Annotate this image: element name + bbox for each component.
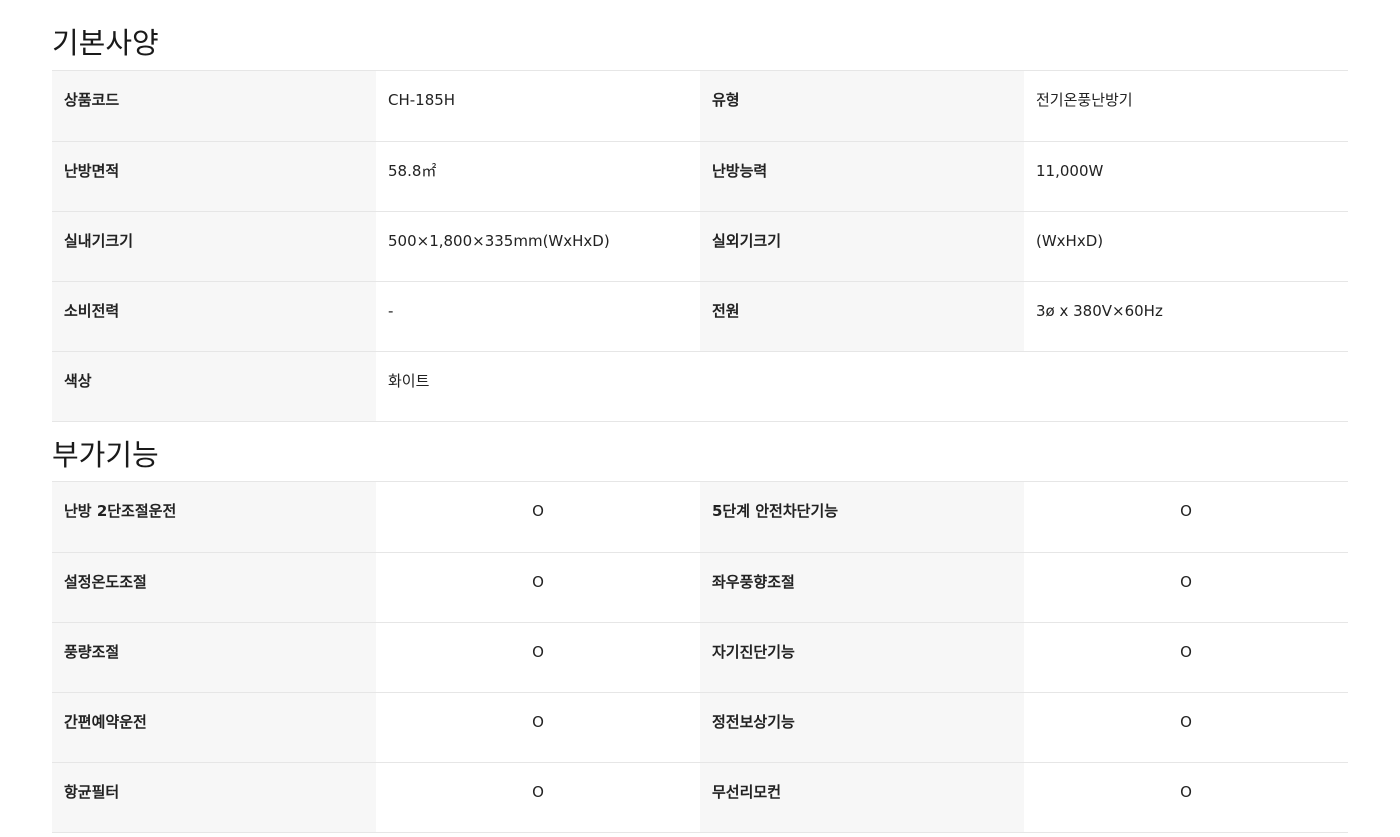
feature-value: O [376,482,700,553]
spec-label: 상품코드 [52,71,376,142]
spec-value: 3ø x 380V×60Hz [1024,281,1348,352]
feature-value: O [376,622,700,693]
feature-label: 정전보상기능 [700,692,1024,763]
feature-label: 자기진단기능 [700,622,1024,693]
spec-value: - [376,281,700,352]
spec-label: 전원 [700,281,1024,352]
table-row: 난방 2단조절운전 O 5단계 안전차단기능 O [52,482,1348,553]
feature-value: O [1024,482,1348,553]
feature-value: O [1024,762,1348,833]
feature-label: 풍량조절 [52,622,376,693]
spec-label: 실외기크기 [700,211,1024,282]
table-row: 풍량조절 O 자기진단기능 O [52,622,1348,693]
feature-label: 항균필터 [52,762,376,833]
spec-label: 유형 [700,71,1024,142]
spec-value: 500×1,800×335mm(WxHxD) [376,211,700,282]
table-row: 색상 화이트 [52,351,1348,422]
feature-value: O [376,692,700,763]
basic-spec-section: 기본사양 상품코드 CH-185H 유형 전기온풍난방기 난방면적 58.8㎡ … [52,0,1348,422]
extra-feature-section: 부가기능 난방 2단조절운전 O 5단계 안전차단기능 O 설정온도조절 O 좌… [52,426,1348,833]
spec-empty-cell [700,351,1024,422]
spec-value: 58.8㎡ [376,141,700,212]
feature-label: 설정온도조절 [52,552,376,623]
table-row: 실내기크기 500×1,800×335mm(WxHxD) 실외기크기 (WxHx… [52,211,1348,282]
table-row: 항균필터 O 무선리모컨 O [52,762,1348,833]
spec-value: CH-185H [376,71,700,142]
table-row: 간편예약운전 O 정전보상기능 O [52,692,1348,763]
spec-label: 난방능력 [700,141,1024,212]
spec-label: 소비전력 [52,281,376,352]
spec-label: 색상 [52,351,376,422]
feature-label: 간편예약운전 [52,692,376,763]
feature-label: 5단계 안전차단기능 [700,482,1024,553]
table-row: 설정온도조절 O 좌우풍향조절 O [52,552,1348,623]
spec-value: 화이트 [376,351,700,422]
spec-label: 난방면적 [52,141,376,212]
feature-label: 좌우풍향조절 [700,552,1024,623]
table-row: 난방면적 58.8㎡ 난방능력 11,000W [52,141,1348,212]
feature-label: 무선리모컨 [700,762,1024,833]
feature-label: 난방 2단조절운전 [52,482,376,553]
extra-feature-table: 난방 2단조절운전 O 5단계 안전차단기능 O 설정온도조절 O 좌우풍향조절… [52,482,1348,833]
feature-value: O [1024,692,1348,763]
feature-value: O [1024,552,1348,623]
spec-value: (WxHxD) [1024,211,1348,282]
table-row: 상품코드 CH-185H 유형 전기온풍난방기 [52,71,1348,142]
feature-value: O [376,762,700,833]
feature-value: O [1024,622,1348,693]
feature-value: O [376,552,700,623]
spec-value: 전기온풍난방기 [1024,71,1348,142]
basic-spec-title: 기본사양 [52,0,1348,71]
spec-empty-cell [1024,351,1348,422]
table-row: 소비전력 - 전원 3ø x 380V×60Hz [52,281,1348,352]
spec-page: 기본사양 상품코드 CH-185H 유형 전기온풍난방기 난방면적 58.8㎡ … [0,0,1400,837]
extra-feature-title: 부가기능 [52,426,1348,482]
spec-value: 11,000W [1024,141,1348,212]
spec-label: 실내기크기 [52,211,376,282]
basic-spec-table: 상품코드 CH-185H 유형 전기온풍난방기 난방면적 58.8㎡ 난방능력 … [52,71,1348,422]
